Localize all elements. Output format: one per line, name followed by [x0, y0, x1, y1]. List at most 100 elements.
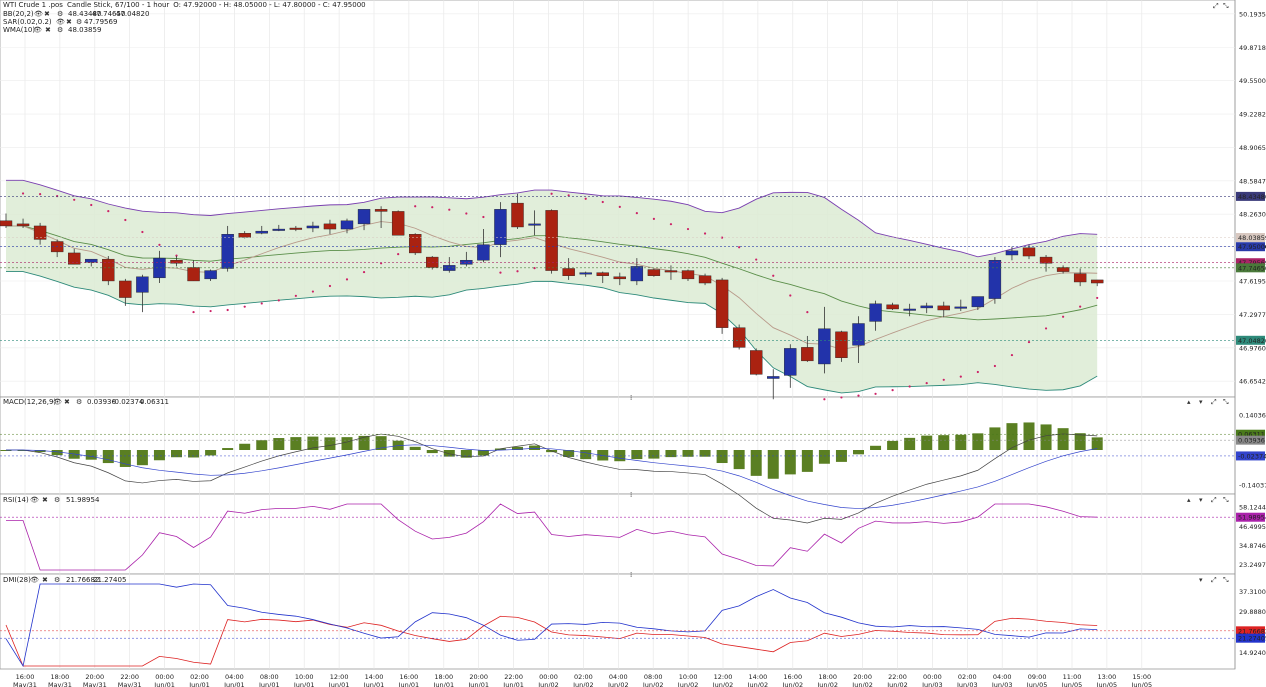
time-tick-label: 00:00 [539, 673, 558, 681]
candle-body [221, 234, 234, 269]
eye-icon[interactable]: 👁 [33, 26, 42, 34]
time-tick-label: 16:00 [783, 673, 802, 681]
sar-dot [294, 294, 297, 297]
sar-dot [1044, 327, 1048, 330]
sar-dot [857, 394, 860, 397]
close-icon[interactable]: ✖ [42, 496, 48, 504]
candle-body [460, 259, 473, 265]
time-tick-label: 10:00 [295, 673, 314, 681]
sar-dot [311, 290, 314, 293]
rsi-tick-label: 23.24978 [1239, 561, 1266, 569]
macd-histogram-bar [324, 437, 336, 450]
sar-dot [874, 392, 877, 395]
macd-histogram-bar [1023, 422, 1035, 450]
move-up-icon[interactable]: ▴ [1187, 496, 1191, 504]
eye-icon[interactable]: 👁 [30, 496, 39, 504]
candle-body [681, 270, 695, 280]
price-badge-label: 47.04820 [1238, 337, 1266, 345]
move-down-icon[interactable]: ▾ [1199, 576, 1203, 584]
rsi-badge-label: 51.98954 [1238, 514, 1266, 522]
sar-dot [21, 192, 25, 195]
sar-dot [584, 197, 587, 200]
collapse-icon[interactable]: ⤡ [1223, 576, 1229, 584]
expand-icon[interactable]: ⤢ [1211, 398, 1217, 406]
sar-dot [686, 227, 690, 231]
macd-histogram-bar [784, 450, 796, 475]
macd-histogram-bar [870, 445, 882, 450]
date-tick-label: Jun/05 [1096, 681, 1118, 687]
panel-splitter-handle[interactable]: ⁞ [630, 394, 632, 402]
macd-tick-label: 0.14036 [1239, 411, 1266, 419]
macd-histogram-bar [1074, 433, 1086, 450]
eye-icon[interactable]: 👁 [30, 576, 39, 584]
sar-dot [755, 258, 758, 261]
candle-body [85, 258, 98, 263]
dmi-tick-label: 14.92403 [1239, 649, 1266, 657]
gear-icon[interactable]: ⚙ [54, 576, 60, 584]
move-up-icon[interactable]: ▴ [1187, 398, 1191, 406]
eye-icon[interactable]: 👁 [56, 18, 65, 26]
eye-icon[interactable]: 👁 [34, 10, 43, 18]
time-tick-label: 22:00 [504, 673, 523, 681]
eye-icon[interactable]: 👁 [53, 398, 62, 406]
wma-value: 48.03859 [68, 26, 101, 34]
candle-body [511, 202, 524, 228]
sar-dot [362, 270, 366, 274]
candle-body [238, 233, 251, 238]
collapse-icon[interactable]: ⤡ [1223, 2, 1229, 10]
gear-icon[interactable]: ⚙ [57, 26, 63, 34]
expand-icon[interactable]: ⤢ [1211, 576, 1217, 584]
macd-legend-label: MACD(12,26,9) [3, 398, 56, 406]
sar-value: 47.79569 [84, 18, 117, 26]
rsi-tick-label: 46.49957 [1239, 523, 1266, 531]
sar-dot [243, 305, 246, 308]
expand-icon[interactable]: ⤢ [1213, 2, 1219, 10]
move-down-icon[interactable]: ▾ [1199, 398, 1203, 406]
time-tick-label: 02:00 [958, 673, 977, 681]
date-tick-label: Jun/02 [677, 681, 699, 687]
candle-body [715, 279, 729, 328]
candle-body [306, 225, 320, 229]
time-tick-label: 22:00 [120, 673, 139, 681]
price-tick-label: 48.90654 [1239, 144, 1266, 152]
gear-icon[interactable]: ⚙ [54, 496, 60, 504]
collapse-icon[interactable]: ⤡ [1223, 496, 1229, 504]
time-tick-label: 08:00 [644, 673, 663, 681]
candle-body [340, 220, 354, 230]
panel-splitter-handle[interactable]: ⁞ [630, 491, 632, 499]
date-tick-label: Jun/05 [1130, 681, 1152, 687]
macd-histogram-bar [716, 450, 728, 464]
close-icon[interactable]: ✖ [45, 26, 51, 34]
expand-icon[interactable]: ⤢ [1211, 496, 1217, 504]
move-down-icon[interactable]: ▾ [1199, 496, 1203, 504]
sar-dot [533, 267, 536, 270]
time-tick-label: 20:00 [469, 673, 488, 681]
sar-dot [73, 198, 76, 201]
macd-histogram-bar [818, 450, 830, 464]
sar-dot [482, 215, 485, 219]
gear-icon[interactable]: ⚙ [76, 18, 82, 26]
date-tick-label: Jun/02 [816, 681, 838, 687]
sar-dot [277, 299, 280, 302]
chart-header: WTI Crude 1 .pos Candle Stick, 67/100 - 1… [3, 1, 366, 9]
collapse-icon[interactable]: ⤡ [1223, 398, 1229, 406]
sar-dot [993, 364, 997, 368]
close-icon[interactable]: ✖ [42, 576, 48, 584]
candle-body [528, 223, 541, 226]
sar-dot [635, 212, 638, 215]
macd-histogram-bar [273, 438, 285, 450]
gear-icon[interactable]: ⚙ [76, 398, 82, 406]
date-tick-label: Jun/01 [293, 681, 315, 687]
candle-body [971, 296, 985, 308]
price-badge-label: 48.03859 [1238, 234, 1266, 242]
time-tick-label: 14:00 [749, 673, 768, 681]
sar-dot [652, 217, 656, 220]
candle-body [613, 276, 626, 280]
gear-icon[interactable]: ⚙ [57, 10, 63, 18]
close-icon[interactable]: ✖ [44, 10, 50, 18]
close-icon[interactable]: ✖ [66, 18, 72, 26]
time-tick-label: 00:00 [923, 673, 942, 681]
close-icon[interactable]: ✖ [64, 398, 70, 406]
panel-splitter-handle[interactable]: ⁞ [630, 571, 632, 579]
macd-histogram-bar [85, 450, 97, 460]
